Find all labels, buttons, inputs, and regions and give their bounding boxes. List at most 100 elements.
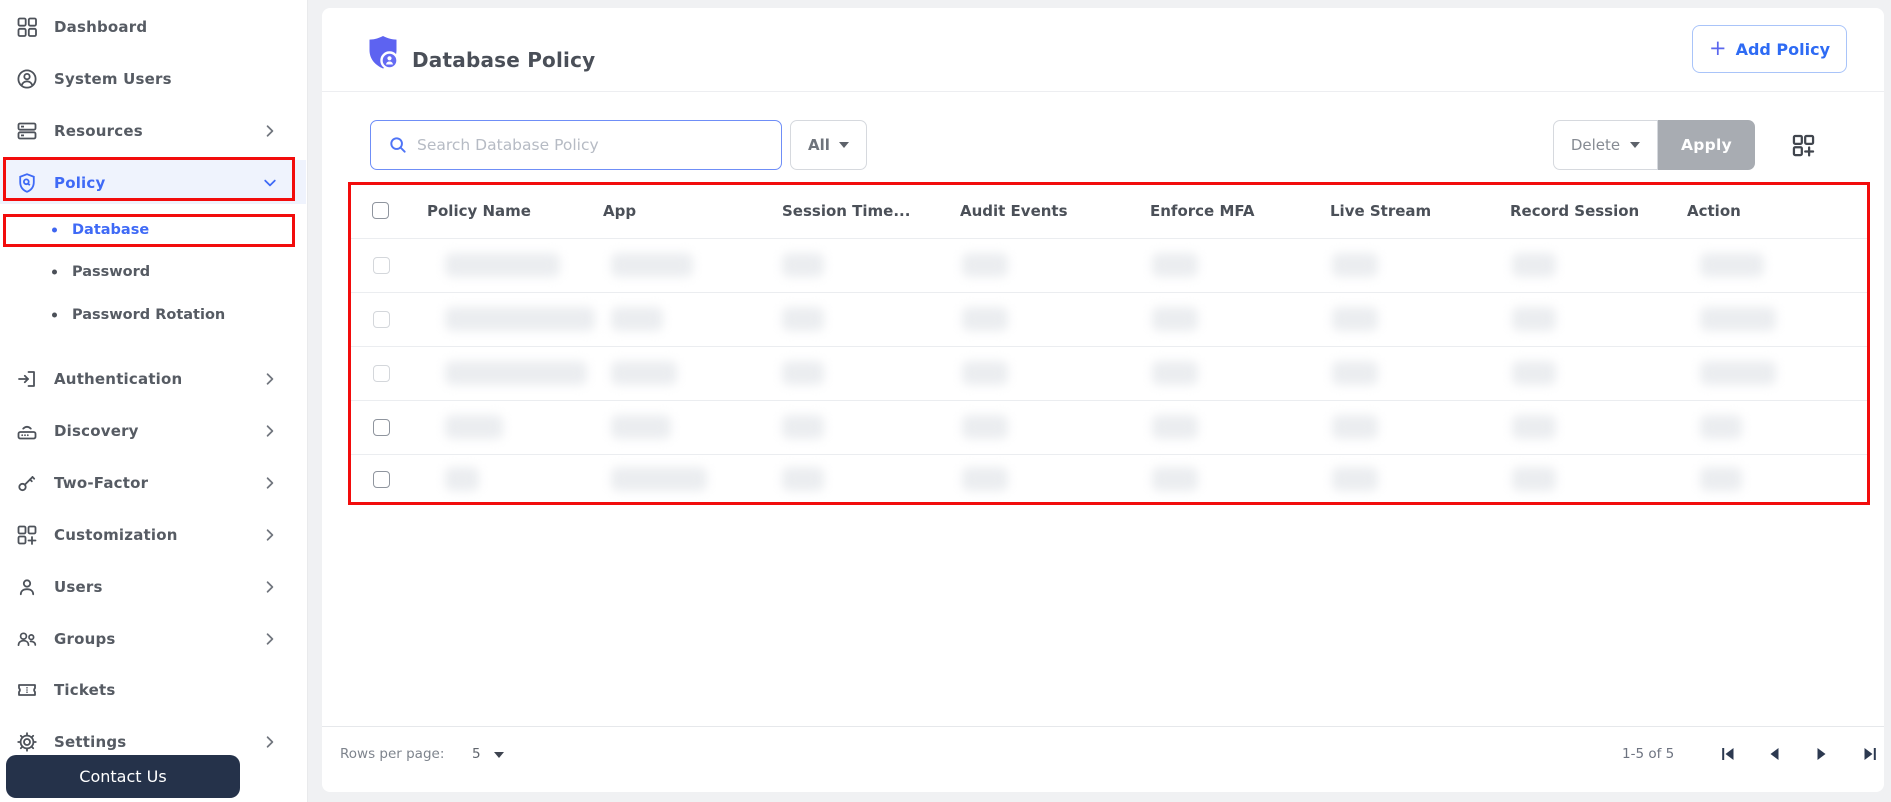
- sidebar-item-label: Resources: [54, 122, 143, 140]
- search-box: [370, 120, 782, 170]
- redacted-cell: [445, 467, 479, 491]
- redacted-cell: [611, 467, 707, 491]
- redacted-cell: [611, 307, 663, 331]
- key-icon: [15, 471, 39, 495]
- header-divider: [322, 91, 1884, 92]
- sidebar: Dashboard System Users Resources Policy …: [0, 0, 308, 802]
- redacted-cell: [1700, 307, 1776, 331]
- redacted-cell: [1700, 467, 1742, 491]
- sidebar-item-resources[interactable]: Resources: [0, 113, 308, 149]
- filter-dropdown[interactable]: All: [790, 120, 867, 170]
- sidebar-item-label: Policy: [54, 174, 106, 192]
- sidebar-item-dashboard[interactable]: Dashboard: [0, 9, 308, 45]
- redacted-cell: [445, 253, 560, 277]
- redacted-cell: [1152, 467, 1198, 491]
- sidebar-subitem-password-rotation[interactable]: Password Rotation: [0, 300, 308, 330]
- add-policy-button[interactable]: + Add Policy: [1692, 25, 1847, 73]
- table-divider: [348, 346, 1870, 347]
- select-all-checkbox[interactable]: [372, 202, 389, 219]
- sidebar-subitem-password[interactable]: Password: [0, 257, 308, 287]
- sidebar-item-label: Tickets: [54, 681, 116, 699]
- row-checkbox[interactable]: [373, 257, 390, 274]
- redacted-cell: [782, 361, 824, 385]
- row-checkbox[interactable]: [373, 419, 390, 436]
- redacted-cell: [1512, 361, 1556, 385]
- rows-per-page-value[interactable]: 5: [472, 746, 481, 762]
- policy-shield-icon: [15, 171, 39, 195]
- pagination-range-label: 1-5 of 5: [1622, 746, 1675, 762]
- caret-down-icon: [1630, 142, 1641, 148]
- sidebar-item-two-factor[interactable]: Two-Factor: [0, 465, 308, 501]
- redacted-cell: [962, 253, 1008, 277]
- chevron-right-icon: [262, 475, 278, 491]
- chevron-down-icon: [262, 175, 278, 191]
- sidebar-item-customization[interactable]: Customization: [0, 517, 308, 553]
- row-checkbox[interactable]: [373, 311, 390, 328]
- chevron-right-icon: [262, 371, 278, 387]
- redacted-cell: [445, 307, 595, 331]
- chevron-right-icon: [262, 423, 278, 439]
- table-divider: [348, 400, 1870, 401]
- sidebar-item-label: Authentication: [54, 370, 183, 388]
- contact-us-button[interactable]: Contact Us: [6, 755, 240, 798]
- group-icon: [15, 627, 39, 651]
- table-divider: [348, 292, 1870, 293]
- pagination-divider: [322, 726, 1884, 727]
- sidebar-item-label: Customization: [54, 526, 178, 544]
- plus-icon: +: [1708, 35, 1727, 60]
- first-page-button[interactable]: [1720, 745, 1738, 763]
- sidebar-item-users[interactable]: Users: [0, 569, 308, 605]
- search-input[interactable]: [417, 122, 777, 168]
- redacted-cell: [1332, 253, 1378, 277]
- caret-down-icon[interactable]: [494, 752, 504, 758]
- table-divider: [348, 454, 1870, 455]
- sidebar-item-discovery[interactable]: Discovery: [0, 413, 308, 449]
- sidebar-item-label: Dashboard: [54, 18, 148, 36]
- row-checkbox[interactable]: [373, 365, 390, 382]
- column-header-record-session: Record Session: [1510, 202, 1640, 220]
- sidebar-item-tickets[interactable]: Tickets: [0, 672, 308, 708]
- redacted-cell: [1332, 361, 1378, 385]
- last-page-button[interactable]: [1862, 745, 1880, 763]
- sidebar-subitem-label: Password Rotation: [72, 307, 226, 323]
- chevron-right-icon: [262, 579, 278, 595]
- chevron-right-icon: [262, 734, 278, 750]
- chevron-right-icon: [262, 123, 278, 139]
- column-settings-icon[interactable]: [1790, 132, 1817, 159]
- bullet-icon: [52, 269, 57, 275]
- redacted-cell: [445, 361, 587, 385]
- row-checkbox[interactable]: [373, 471, 390, 488]
- previous-page-button[interactable]: [1767, 745, 1785, 763]
- redacted-cell: [1512, 415, 1556, 439]
- redacted-cell: [962, 361, 1008, 385]
- page-title: Database Policy: [412, 48, 596, 72]
- column-header-enforce-mfa: Enforce MFA: [1150, 202, 1255, 220]
- ticket-icon: [15, 678, 39, 702]
- redacted-cell: [1152, 253, 1198, 277]
- redacted-cell: [1700, 253, 1764, 277]
- redacted-cell: [782, 253, 824, 277]
- column-header-session-time: Session Time...: [782, 202, 911, 220]
- sidebar-subitem-database[interactable]: Database: [0, 215, 308, 245]
- apply-button[interactable]: Apply: [1658, 120, 1755, 170]
- sidebar-item-policy[interactable]: Policy: [0, 165, 308, 201]
- sidebar-item-authentication[interactable]: Authentication: [0, 361, 308, 397]
- sidebar-item-system-users[interactable]: System Users: [0, 61, 308, 97]
- filter-selected-value: All: [808, 136, 830, 154]
- redacted-cell: [1512, 307, 1556, 331]
- column-header-live-stream: Live Stream: [1330, 202, 1432, 220]
- column-header-app: App: [603, 202, 637, 220]
- annotation-box-table: [348, 182, 1870, 505]
- bulk-action-dropdown[interactable]: Delete: [1553, 120, 1658, 170]
- next-page-button[interactable]: [1813, 745, 1831, 763]
- redacted-cell: [1332, 467, 1378, 491]
- redacted-cell: [611, 415, 671, 439]
- sidebar-item-label: Two-Factor: [54, 474, 149, 492]
- redacted-cell: [1700, 361, 1776, 385]
- system-users-icon: [15, 67, 39, 91]
- chevron-right-icon: [262, 527, 278, 543]
- table-divider: [348, 238, 1870, 239]
- sidebar-item-groups[interactable]: Groups: [0, 621, 308, 657]
- database-policy-icon: [366, 34, 402, 72]
- sidebar-item-label: Discovery: [54, 422, 139, 440]
